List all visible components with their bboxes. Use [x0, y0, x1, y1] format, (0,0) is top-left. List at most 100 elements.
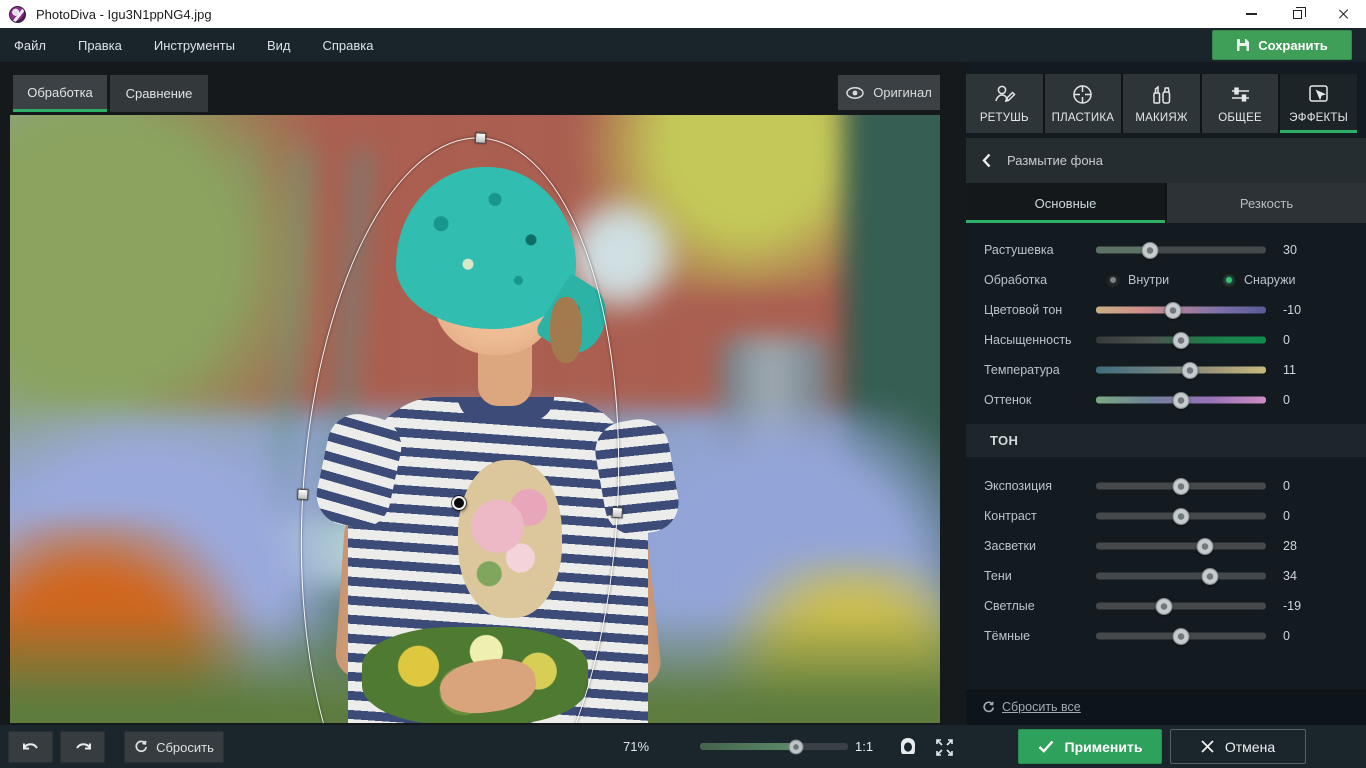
- menu-tools[interactable]: Инструменты: [138, 28, 251, 62]
- reset-all-link[interactable]: Сбросить все: [982, 700, 1081, 714]
- slider-track[interactable]: [1096, 337, 1266, 344]
- tab-compare[interactable]: Сравнение: [110, 75, 208, 112]
- panel-tab-plastic[interactable]: ПЛАСТИКА: [1045, 74, 1122, 133]
- woman-portrait-icon: [898, 737, 918, 757]
- slider-thumb[interactable]: [1196, 538, 1213, 555]
- slider-value: -19: [1283, 599, 1301, 613]
- slider-value: 34: [1283, 569, 1297, 583]
- slider-thumb[interactable]: [1181, 362, 1198, 379]
- panel-tab-label: ЭФФЕКТЫ: [1289, 112, 1348, 124]
- menu-help[interactable]: Справка: [306, 28, 389, 62]
- slider-thumb[interactable]: [1201, 568, 1218, 585]
- fullscreen-button[interactable]: [932, 735, 956, 759]
- subtab-sharpness[interactable]: Резкость: [1167, 183, 1366, 223]
- slider-thumb[interactable]: [1173, 392, 1190, 409]
- effects-icon: [1307, 83, 1330, 106]
- slider-thumb[interactable]: [1173, 508, 1190, 525]
- subtab-main[interactable]: Основные: [966, 183, 1165, 223]
- selection-center-marker[interactable]: [452, 496, 466, 510]
- plastic-icon: [1071, 83, 1094, 106]
- subtab-main-label: Основные: [1035, 196, 1097, 211]
- expand-arrows-icon: [935, 738, 954, 757]
- restore-button[interactable]: [1274, 0, 1320, 28]
- selection-handle-right[interactable]: [611, 507, 623, 519]
- undo-button[interactable]: [8, 731, 53, 763]
- slider-track[interactable]: [1096, 247, 1266, 254]
- selection-handle-top[interactable]: [475, 132, 487, 144]
- zoom-percent-label: 71%: [610, 725, 662, 768]
- slider-label: Цветовой тон: [984, 303, 1062, 317]
- panel-tab-label: МАКИЯЖ: [1135, 112, 1187, 124]
- slider-value: 28: [1283, 539, 1297, 553]
- original-label: Оригинал: [873, 85, 932, 100]
- save-button[interactable]: Сохранить: [1212, 30, 1352, 60]
- processing-label: Обработка: [984, 273, 1047, 287]
- subtab-sharpness-label: Резкость: [1240, 196, 1293, 211]
- tool-title: Размытие фона: [1007, 153, 1103, 168]
- slider-track[interactable]: [1096, 513, 1266, 520]
- selection-handle-left[interactable]: [297, 489, 309, 501]
- reset-rotate-icon: [134, 740, 148, 754]
- slider-label: Засветки: [984, 539, 1036, 553]
- restore-icon: [1293, 10, 1302, 19]
- panel-tab-retouch[interactable]: РЕТУШЬ: [966, 74, 1043, 133]
- apply-button[interactable]: Применить: [1018, 729, 1162, 764]
- slider-thumb[interactable]: [1156, 598, 1173, 615]
- slider-value: 0: [1283, 629, 1290, 643]
- radio-inside-label[interactable]: Внутри: [1128, 273, 1169, 287]
- reset-rotate-icon: [982, 701, 995, 714]
- tool-header: Размытие фона: [966, 138, 1366, 183]
- radio-outside[interactable]: [1221, 272, 1237, 288]
- slider-value: 0: [1283, 509, 1290, 523]
- slider-track[interactable]: [1096, 367, 1266, 374]
- slider-thumb[interactable]: [1142, 242, 1159, 259]
- panel-tab-makeup[interactable]: МАКИЯЖ: [1123, 74, 1200, 133]
- menu-edit[interactable]: Правка: [62, 28, 138, 62]
- slider-track[interactable]: [1096, 543, 1266, 550]
- menu-file[interactable]: Файл: [0, 28, 62, 62]
- menu-view[interactable]: Вид: [251, 28, 307, 62]
- slider-label: Экспозиция: [984, 479, 1052, 493]
- cancel-label: Отмена: [1225, 739, 1275, 755]
- tab-processing-label: Обработка: [27, 85, 93, 100]
- slider-track[interactable]: [1096, 633, 1266, 640]
- minimize-button[interactable]: [1228, 0, 1274, 28]
- slider-row: Тени 34: [966, 561, 1366, 591]
- slider-track[interactable]: [1096, 603, 1266, 610]
- slider-thumb[interactable]: [1164, 302, 1181, 319]
- reset-all-label: Сбросить все: [1002, 700, 1081, 714]
- slider-row: Цветовой тон -10: [966, 295, 1366, 325]
- zoom-slider-thumb[interactable]: [789, 739, 804, 754]
- slider-value: 30: [1283, 243, 1297, 257]
- panel-bottom-strip: Сбросить все: [966, 690, 1366, 725]
- original-button[interactable]: Оригинал: [838, 75, 940, 110]
- slider-track[interactable]: [1096, 573, 1266, 580]
- slider-row: Светлые -19: [966, 591, 1366, 621]
- zoom-slider[interactable]: [700, 743, 848, 750]
- panel-tab-general[interactable]: ОБЩЕЕ: [1202, 74, 1279, 133]
- fit-face-button[interactable]: [896, 735, 920, 759]
- radio-inside[interactable]: [1105, 272, 1121, 288]
- panel-tab-effects[interactable]: ЭФФЕКТЫ: [1280, 74, 1357, 133]
- reset-button[interactable]: Сбросить: [124, 731, 224, 763]
- slider-row: Оттенок 0: [966, 385, 1366, 415]
- reset-label: Сбросить: [156, 740, 214, 755]
- back-chevron-icon[interactable]: [982, 153, 991, 168]
- slider-thumb[interactable]: [1173, 478, 1190, 495]
- radio-outside-label[interactable]: Снаружи: [1244, 273, 1295, 287]
- sliders-body: Растушевка 30 Обработка Внутри Снаружи Ц…: [966, 223, 1366, 690]
- redo-button[interactable]: [60, 731, 105, 763]
- eye-icon: [846, 87, 864, 99]
- photo-canvas[interactable]: [10, 115, 940, 723]
- cancel-button[interactable]: Отмена: [1170, 729, 1306, 764]
- tab-processing[interactable]: Обработка: [13, 75, 107, 112]
- slider-thumb[interactable]: [1173, 332, 1190, 349]
- slider-thumb[interactable]: [1173, 628, 1190, 645]
- slider-track[interactable]: [1096, 483, 1266, 490]
- panel-tab-bar: РЕТУШЬ ПЛАСТИКА МАКИЯЖ ОБЩЕЕ ЭФФЕКТЫ: [966, 74, 1357, 133]
- apply-label: Применить: [1065, 739, 1143, 755]
- slider-track[interactable]: [1096, 397, 1266, 404]
- close-button[interactable]: [1320, 0, 1366, 28]
- slider-track[interactable]: [1096, 307, 1266, 314]
- scale-1to1-button[interactable]: 1:1: [855, 725, 873, 768]
